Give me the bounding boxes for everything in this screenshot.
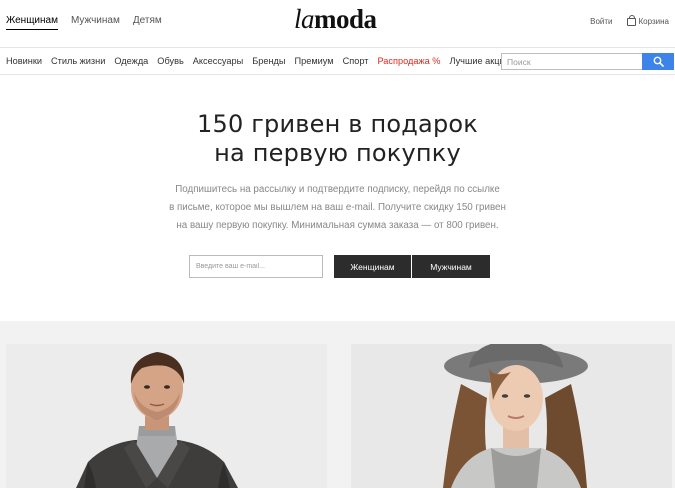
nav-item-lifestyle[interactable]: Стиль жизни: [51, 56, 105, 66]
promo-headline: 150 гривен в подарок на первую покупку: [0, 110, 675, 168]
search-bar: [501, 53, 674, 70]
email-field[interactable]: [189, 255, 323, 278]
description-line-2: в письме, которое мы вышлем на ваш e-mai…: [169, 202, 506, 213]
nav-item-premium[interactable]: Премиум: [295, 56, 334, 66]
male-model-photo: [6, 344, 327, 488]
headline-line-1: 150 гривен в подарок: [197, 110, 478, 138]
user-actions: Войти Корзина: [590, 15, 669, 26]
tab-men[interactable]: Мужчинам: [71, 15, 120, 30]
headline-line-2: на первую покупку: [214, 139, 461, 167]
nav-item-shoes[interactable]: Обувь: [157, 56, 183, 66]
top-bar: Женщинам Мужчинам Детям lamoda Войти Кор…: [0, 0, 675, 46]
site-logo[interactable]: lamoda: [294, 4, 377, 35]
subscribe-form: Женщинам Мужчинам: [189, 255, 490, 278]
logo-part-la: la: [294, 4, 315, 34]
category-gallery: [0, 321, 675, 488]
nav-item-sport[interactable]: Спорт: [343, 56, 369, 66]
description-line-1: Подпишитесь на рассылку и подтвердите по…: [175, 184, 500, 195]
men-category-card[interactable]: [6, 344, 327, 488]
tab-kids[interactable]: Детям: [133, 15, 162, 30]
gender-tabs: Женщинам Мужчинам Детям: [6, 15, 162, 30]
promo-description: Подпишитесь на рассылку и подтвердите по…: [0, 181, 675, 235]
cart-label: Корзина: [638, 17, 669, 26]
login-link[interactable]: Войти: [590, 17, 612, 26]
logo-part-moda: moda: [314, 4, 377, 34]
cart-link[interactable]: Корзина: [626, 15, 669, 26]
search-input[interactable]: [501, 53, 642, 70]
tab-women[interactable]: Женщинам: [6, 15, 58, 30]
nav-item-accessories[interactable]: Аксессуары: [193, 56, 243, 66]
nav-item-clothing[interactable]: Одежда: [114, 56, 148, 66]
shopping-bag-icon: [626, 15, 636, 26]
subscription-promo: 150 гривен в подарок на первую покупку П…: [0, 76, 675, 321]
category-menu: Новинки Стиль жизни Одежда Обувь Аксессу…: [6, 56, 510, 66]
search-icon: [653, 56, 664, 67]
nav-item-new[interactable]: Новинки: [6, 56, 42, 66]
search-button[interactable]: [642, 53, 674, 70]
subscribe-men-button[interactable]: Мужчинам: [412, 255, 490, 278]
subscribe-women-button[interactable]: Женщинам: [334, 255, 411, 278]
women-category-card[interactable]: [351, 344, 672, 488]
nav-item-brands[interactable]: Бренды: [252, 56, 285, 66]
female-model-photo: [351, 344, 672, 488]
nav-item-sale[interactable]: Распродажа %: [377, 56, 440, 66]
description-line-3: на вашу первую покупку. Минимальная сумм…: [176, 220, 499, 231]
category-nav: Новинки Стиль жизни Одежда Обувь Аксессу…: [0, 47, 675, 75]
